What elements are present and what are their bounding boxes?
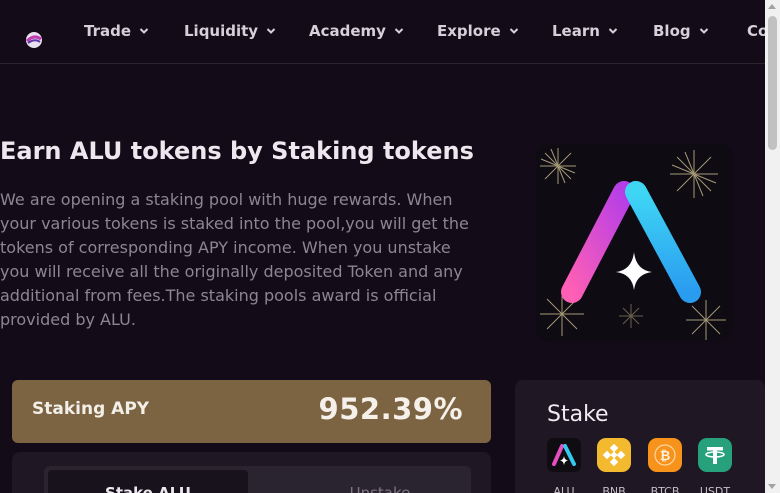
nav-item-co[interactable]: Co — [747, 20, 766, 42]
nav-item-label: Trade — [84, 22, 132, 40]
apy-value: 952.39% — [318, 392, 463, 426]
bnb-icon — [597, 438, 631, 472]
nav-item-label: Liquidity — [184, 22, 259, 40]
token-label: ALU — [553, 485, 575, 493]
token-option-btcb[interactable]: ₿ BTCB — [640, 438, 690, 493]
token-label: BTCB — [650, 485, 680, 493]
hero-description: We are opening a staking pool with huge … — [0, 190, 469, 329]
alu-icon — [547, 438, 581, 472]
nav-item-explore[interactable]: Explore — [437, 20, 519, 42]
nav-item-label: Co — [747, 22, 766, 40]
tab-stake-alu[interactable]: Stake ALU — [48, 470, 248, 493]
token-option-alu[interactable]: ALU — [539, 438, 589, 493]
alu-hero-image — [536, 144, 733, 341]
nav-item-label: Explore — [437, 22, 501, 40]
chevron-down-icon — [699, 28, 708, 34]
vertical-scrollbar[interactable] — [765, 0, 780, 493]
chevron-down-icon — [266, 28, 276, 34]
token-label: USDT — [699, 485, 731, 493]
fireworks-logo-illustration — [536, 144, 733, 341]
page-title: Earn ALU tokens by Staking tokens — [0, 137, 474, 165]
nav-item-label: Learn — [552, 22, 600, 40]
nav-item-learn[interactable]: Learn — [552, 20, 618, 42]
usdt-icon — [698, 438, 732, 472]
btcb-icon: ₿ — [648, 438, 682, 472]
token-option-usdt[interactable]: USDT — [690, 438, 740, 493]
nav-item-trade[interactable]: Trade — [84, 20, 149, 42]
svg-text:₿: ₿ — [660, 449, 671, 464]
token-option-bnb[interactable]: BNB — [589, 438, 639, 493]
scrollbar-thumb[interactable] — [768, 16, 777, 150]
nav-item-academy[interactable]: Academy — [309, 20, 404, 42]
nav-item-liquidity[interactable]: Liquidity — [184, 20, 276, 42]
tab-switcher: Stake ALU Unstake — [44, 466, 471, 493]
stake-card: Stake ALU BNB ₿ BTCB USDT — [515, 380, 765, 493]
stake-unstake-panel: Stake ALU Unstake — [12, 452, 491, 493]
staking-apy-bar: Staking APY 952.39% — [12, 380, 491, 443]
tab-unstake[interactable]: Unstake — [294, 470, 466, 493]
nav-item-label: Blog — [653, 22, 691, 40]
scroll-down-arrow-icon[interactable] — [768, 484, 776, 489]
chevron-down-icon — [509, 28, 518, 34]
scroll-up-arrow-icon[interactable] — [768, 4, 776, 9]
token-label: BNB — [602, 485, 626, 493]
chevron-down-icon — [608, 28, 618, 34]
apy-label: Staking APY — [32, 399, 150, 419]
stake-card-title: Stake — [547, 402, 609, 427]
top-navigation: Trade Liquidity Academy Explore Learn Bl… — [0, 0, 766, 64]
logo-icon[interactable] — [24, 30, 44, 50]
nav-item-blog[interactable]: Blog — [653, 20, 709, 42]
chevron-down-icon — [139, 28, 149, 34]
chevron-down-icon — [394, 28, 404, 34]
nav-item-label: Academy — [309, 22, 386, 40]
